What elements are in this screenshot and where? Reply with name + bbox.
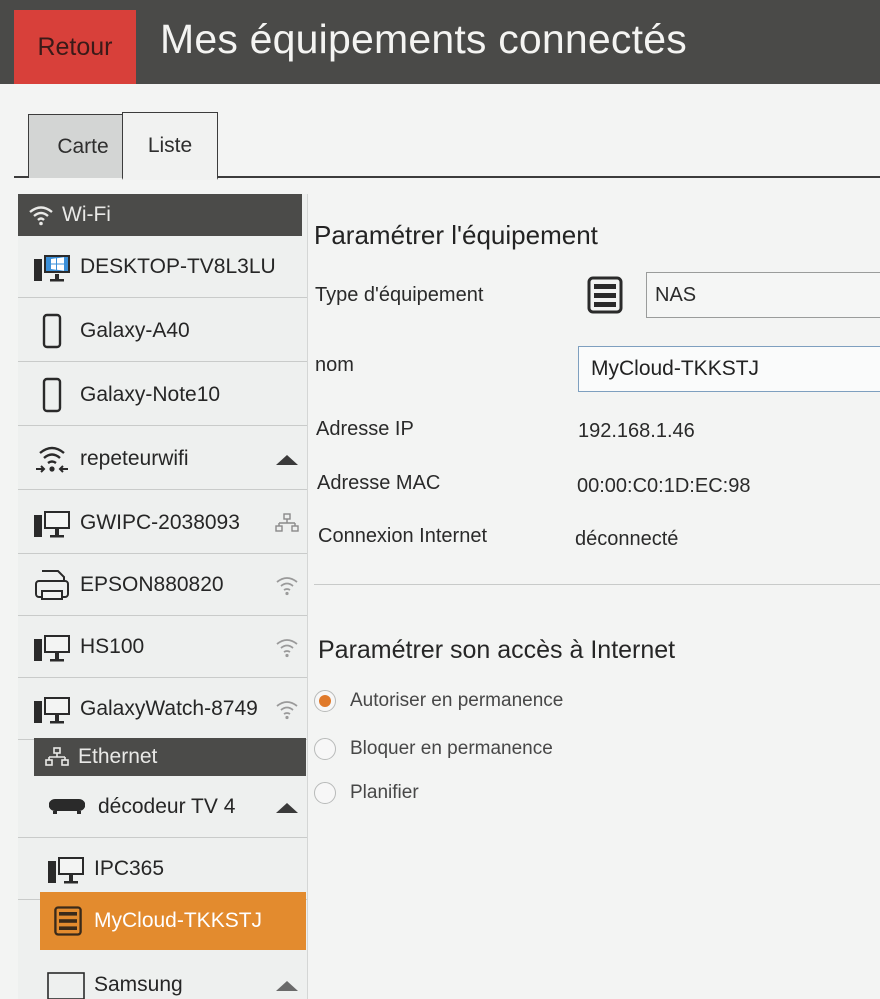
collapse-up-icon[interactable] bbox=[274, 795, 300, 819]
radio-block-always[interactable]: Bloquer en permanence bbox=[314, 738, 553, 760]
internet-label: Connexion Internet bbox=[318, 525, 488, 547]
section-ethernet: Ethernet bbox=[34, 738, 306, 776]
ethernet-icon bbox=[275, 512, 299, 532]
printer-icon bbox=[35, 569, 69, 600]
tv-icon bbox=[47, 972, 85, 999]
device-item-decodeur-tv-4[interactable]: décodeur TV 4 bbox=[18, 776, 307, 838]
back-button[interactable]: Retour bbox=[14, 10, 136, 84]
section-wifi-label: Wi-Fi bbox=[62, 203, 111, 226]
settings-heading: Paramétrer l'équipement bbox=[314, 220, 598, 250]
device-item-ipc365[interactable]: IPC365 bbox=[18, 838, 307, 900]
device-label: repeteurwifi bbox=[80, 446, 189, 470]
mac-label: Adresse MAC bbox=[317, 472, 441, 494]
device-label: décodeur TV 4 bbox=[98, 794, 236, 818]
radio-label: Planifier bbox=[350, 782, 419, 803]
radio-button[interactable] bbox=[314, 690, 336, 712]
nas-icon bbox=[54, 906, 82, 936]
device-label: DESKTOP-TV8L3LU bbox=[80, 254, 276, 278]
desktop-icon bbox=[34, 510, 70, 537]
device-label: MyCloud-TKKSTJ bbox=[94, 909, 263, 932]
device-label: Samsung bbox=[94, 973, 183, 996]
device-item-repeteurwifi[interactable]: repeteurwifi bbox=[18, 428, 307, 490]
device-list: Wi-Fi DESKTOP-TV8L3LU Galaxy-A40 Galaxy-… bbox=[18, 194, 308, 999]
section-divider bbox=[314, 584, 880, 585]
device-item-samsung[interactable]: Samsung bbox=[18, 954, 307, 999]
wifi-icon bbox=[276, 576, 298, 595]
section-ethernet-label: Ethernet bbox=[78, 745, 158, 768]
section-wifi: Wi-Fi bbox=[18, 194, 302, 236]
radio-button[interactable] bbox=[314, 782, 336, 804]
desktop-icon bbox=[34, 696, 70, 723]
page: Retour Mes équipements connectés Carte L… bbox=[0, 0, 880, 999]
wifi-icon bbox=[276, 638, 298, 657]
device-label: IPC365 bbox=[94, 856, 165, 880]
tab-liste[interactable]: Liste bbox=[122, 112, 218, 180]
device-item-epson880820[interactable]: EPSON880820 bbox=[18, 554, 307, 616]
device-label: Galaxy-Note10 bbox=[80, 382, 221, 406]
device-item-galaxy-note10[interactable]: Galaxy-Note10 bbox=[18, 364, 307, 426]
device-item-desktop-tv8l3lu[interactable]: DESKTOP-TV8L3LU bbox=[18, 236, 307, 298]
device-name-input[interactable] bbox=[578, 346, 880, 392]
wifi-icon bbox=[276, 700, 298, 719]
ip-label: Adresse IP bbox=[316, 418, 414, 440]
device-type-select[interactable]: NAS bbox=[646, 272, 880, 318]
decoder-icon bbox=[49, 798, 85, 814]
header-bar: Retour Mes équipements connectés bbox=[0, 0, 880, 84]
device-label: GalaxyWatch-8749 bbox=[80, 696, 258, 720]
type-label: Type d'équipement bbox=[315, 284, 484, 306]
phone-icon bbox=[42, 377, 62, 412]
nas-icon bbox=[587, 276, 623, 314]
device-item-galaxy-a40[interactable]: Galaxy-A40 bbox=[18, 300, 307, 362]
desktop-icon bbox=[34, 634, 70, 661]
internet-status: déconnecté bbox=[575, 528, 679, 550]
device-label: HS100 bbox=[80, 634, 145, 658]
device-item-mycloud-tkkstj[interactable]: MyCloud-TKKSTJ bbox=[40, 892, 306, 950]
device-item-gwipc-2038093[interactable]: GWIPC-2038093 bbox=[18, 492, 307, 554]
ethernet-icon bbox=[45, 747, 69, 766]
radio-allow-always[interactable]: Autoriser en permanence bbox=[314, 690, 563, 712]
device-label: EPSON880820 bbox=[80, 572, 224, 596]
access-heading: Paramétrer son accès à Internet bbox=[318, 636, 676, 664]
name-label: nom bbox=[315, 354, 354, 376]
desktop-windows-icon bbox=[34, 254, 70, 281]
wifi-repeater-icon bbox=[36, 446, 68, 473]
radio-label: Autoriser en permanence bbox=[350, 690, 564, 711]
collapse-up-icon[interactable] bbox=[274, 447, 300, 471]
mac-value: 00:00:C0:1D:EC:98 bbox=[577, 475, 751, 497]
device-label: Galaxy-A40 bbox=[80, 318, 190, 342]
wifi-icon bbox=[29, 206, 53, 226]
page-title: Mes équipements connectés bbox=[160, 16, 687, 62]
view-tabs: Carte Liste bbox=[14, 112, 880, 180]
device-item-hs100[interactable]: HS100 bbox=[18, 616, 307, 678]
device-settings-panel: Paramétrer l'équipement Type d'équipemen… bbox=[308, 194, 880, 999]
radio-button[interactable] bbox=[314, 738, 336, 760]
device-label: GWIPC-2038093 bbox=[80, 510, 240, 534]
collapse-up-icon[interactable] bbox=[274, 973, 300, 997]
phone-icon bbox=[42, 313, 62, 348]
desktop-icon bbox=[48, 856, 84, 883]
device-item-galaxywatch-8749[interactable]: GalaxyWatch-8749 bbox=[18, 678, 307, 740]
radio-label: Bloquer en permanence bbox=[350, 738, 553, 759]
ip-value: 192.168.1.46 bbox=[578, 420, 695, 442]
radio-schedule[interactable]: Planifier bbox=[314, 782, 419, 804]
